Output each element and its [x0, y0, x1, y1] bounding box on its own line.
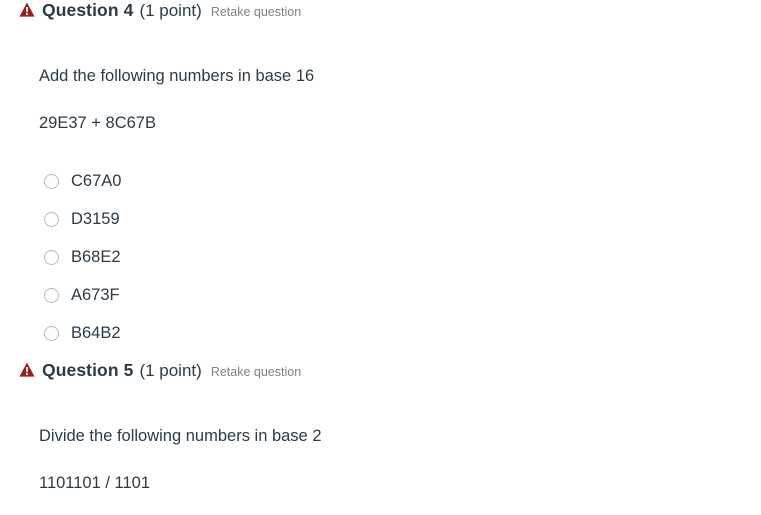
question-prompt: Divide the following numbers in base 2 — [39, 427, 322, 445]
question-body: Divide the following numbers in base 2 1… — [0, 425, 761, 494]
quiz-page: Question 4 (1 point) Retake question Add… — [0, 0, 761, 515]
question-title: Question 4 — [42, 0, 134, 20]
retake-question-link[interactable]: Retake question — [211, 5, 301, 19]
radio-button-icon[interactable] — [44, 325, 59, 341]
retake-question-link[interactable]: Retake question — [211, 365, 301, 379]
radio-button-icon[interactable] — [44, 173, 59, 189]
answer-option-label: B64B2 — [71, 324, 121, 342]
radio-button-icon[interactable] — [44, 249, 59, 265]
question-title: Question 5 — [42, 360, 134, 380]
answer-options-list: C67A0 D3159 B68E2 A673F B64B2 — [39, 162, 761, 352]
answer-option[interactable]: B68E2 — [44, 238, 761, 276]
question-points: (1 point) — [139, 1, 202, 20]
answer-option[interactable]: A673F — [44, 276, 761, 314]
answer-option-label: B68E2 — [71, 248, 121, 266]
answer-option[interactable]: D3159 — [44, 200, 761, 238]
answer-option[interactable]: C67A0 — [44, 162, 761, 200]
radio-button-icon[interactable] — [44, 287, 59, 303]
radio-button-icon[interactable] — [44, 211, 59, 227]
question-block: Question 4 (1 point) Retake question Add… — [0, 0, 761, 352]
answer-option-label: C67A0 — [71, 172, 122, 190]
answer-option-label: A673F — [71, 286, 120, 304]
answer-option-label: D3159 — [71, 210, 120, 228]
warning-triangle-icon — [19, 2, 35, 17]
question-points: (1 point) — [139, 361, 202, 380]
question-expression: 29E37 + 8C67B — [39, 114, 156, 132]
question-prompt: Add the following numbers in base 16 — [39, 67, 315, 85]
question-header: Question 5 (1 point) Retake question — [0, 360, 761, 392]
answer-option[interactable]: B64B2 — [44, 314, 761, 352]
question-body: Add the following numbers in base 16 29E… — [0, 65, 761, 352]
warning-triangle-icon — [19, 362, 35, 377]
question-block: Question 5 (1 point) Retake question Div… — [0, 360, 761, 494]
question-expression: 1101101 / 1101 — [39, 474, 151, 492]
question-header: Question 4 (1 point) Retake question — [0, 0, 761, 32]
